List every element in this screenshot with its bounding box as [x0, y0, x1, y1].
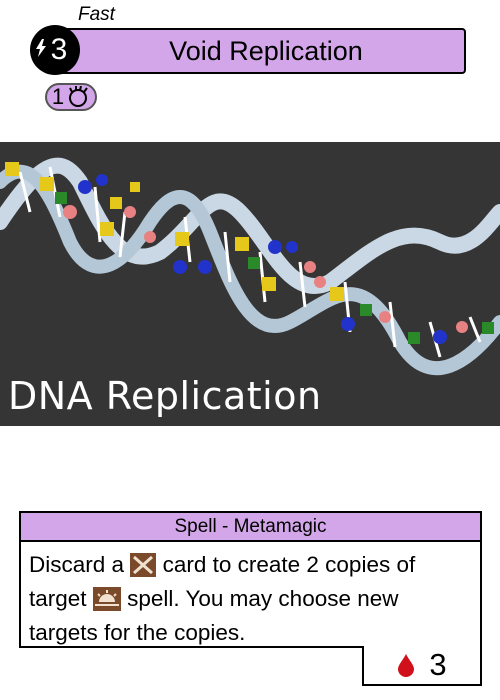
card-art: DNA Replication: [0, 142, 500, 426]
cost-value: 3: [50, 33, 68, 66]
cost-badge: 3: [30, 25, 80, 75]
card-title: Void Replication: [169, 35, 363, 66]
resource-cost: 1: [45, 83, 97, 111]
resource-cost-value: 1: [51, 84, 65, 109]
speed-label: Fast: [78, 4, 115, 25]
type-line: Spell - Metamagic: [19, 511, 482, 541]
rules-text-part1: Discard a: [29, 552, 125, 577]
blood-drop-icon: [398, 654, 415, 677]
rules-text-box: Discard a card to create 2 copies of tar…: [19, 540, 482, 648]
void-swirl-icon: [69, 86, 88, 107]
lightning-icon: [36, 39, 46, 57]
title-bar: Void Replication: [56, 28, 466, 74]
footer-stat: 3: [362, 646, 482, 686]
footer-value: 3: [429, 647, 447, 682]
sunrise-icon: [92, 587, 121, 618]
art-caption: DNA Replication: [8, 374, 322, 418]
crossed-swords-icon: [130, 553, 157, 584]
